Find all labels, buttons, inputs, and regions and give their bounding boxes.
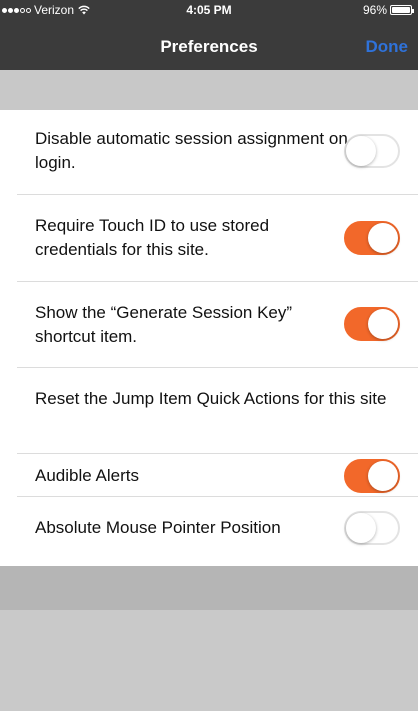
preference-label: Reset the Jump Item Quick Actions for th…: [35, 389, 387, 408]
toggle-knob: [346, 513, 376, 543]
preferences-list: Disable automatic session assignment on …: [0, 110, 418, 566]
toggle-knob: [368, 461, 398, 491]
reset-jump-item-quick-actions[interactable]: Reset the Jump Item Quick Actions for th…: [0, 368, 418, 454]
preference-row-audible-alerts: Audible Alerts: [0, 454, 418, 497]
require-touch-id-toggle[interactable]: [344, 221, 400, 255]
status-bar: Verizon 4:05 PM 96%: [0, 0, 418, 20]
toggle-knob: [368, 223, 398, 253]
preference-row-require-touch-id: Require Touch ID to use stored credentia…: [0, 195, 418, 282]
section-header-spacer: [0, 70, 418, 110]
footer-band: [0, 566, 418, 610]
battery-percent: 96%: [362, 3, 387, 17]
battery-icon: [390, 5, 414, 15]
preference-label: Disable automatic session assignment on …: [35, 129, 348, 172]
status-right: 96%: [362, 3, 414, 17]
preference-label: Require Touch ID to use stored credentia…: [35, 216, 270, 259]
status-time: 4:05 PM: [186, 3, 232, 17]
absolute-mouse-pointer-toggle[interactable]: [344, 511, 400, 545]
toggle-knob: [346, 136, 376, 166]
preference-label: Show the “Generate Session Key” shortcut…: [35, 303, 293, 346]
footer-background: [0, 610, 418, 711]
preference-row-absolute-mouse-pointer: Absolute Mouse Pointer Position: [0, 497, 418, 566]
preference-label: Audible Alerts: [35, 466, 139, 485]
audible-alerts-toggle[interactable]: [344, 459, 400, 493]
disable-auto-assignment-toggle[interactable]: [344, 134, 400, 168]
navigation-bar: Preferences Done: [0, 20, 418, 70]
preference-label: Absolute Mouse Pointer Position: [35, 518, 281, 537]
generate-session-key-toggle[interactable]: [344, 307, 400, 341]
toggle-knob: [368, 309, 398, 339]
preference-row-disable-auto-assignment: Disable automatic session assignment on …: [0, 110, 418, 195]
done-button[interactable]: Done: [366, 37, 409, 57]
page-title: Preferences: [160, 37, 258, 56]
preference-row-generate-session-key: Show the “Generate Session Key” shortcut…: [0, 282, 418, 368]
